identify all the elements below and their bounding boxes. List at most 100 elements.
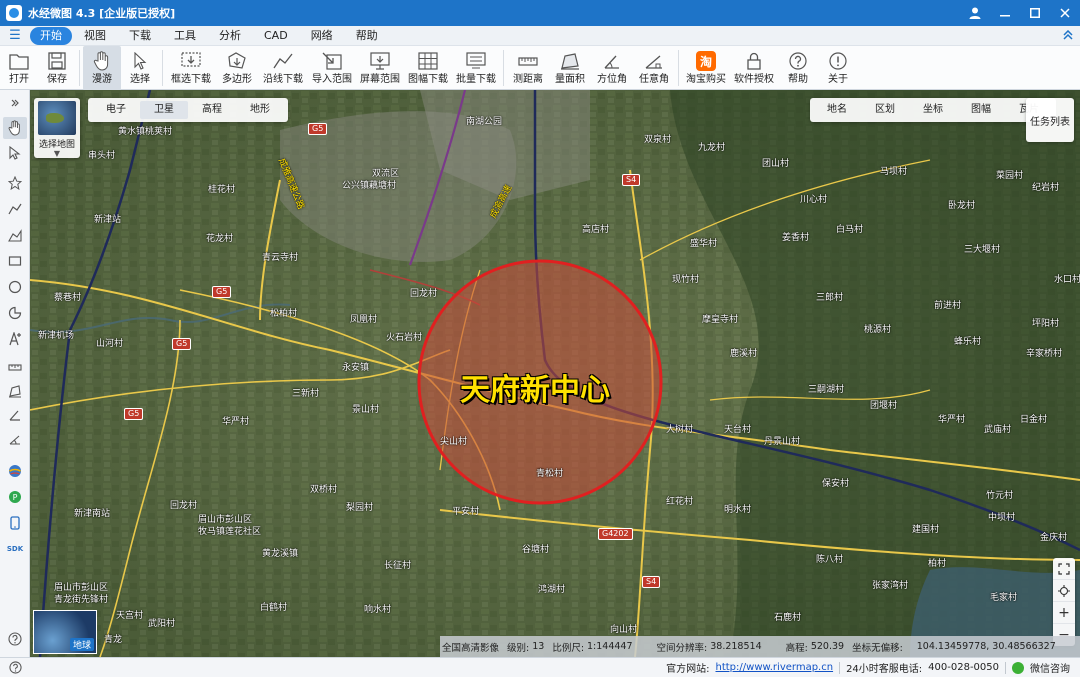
user-icon[interactable] (960, 0, 990, 26)
select-button[interactable]: 选择 (121, 46, 159, 90)
measure-distance-button[interactable]: 测距离 (507, 46, 549, 90)
place-label: 川心村 (800, 195, 828, 205)
menu-network[interactable]: 网络 (300, 27, 344, 45)
phone-icon[interactable] (3, 512, 27, 534)
locate-icon[interactable] (1053, 580, 1075, 602)
green-logo-icon[interactable]: P (3, 486, 27, 508)
map-type-terrain[interactable]: 地形 (236, 101, 284, 119)
place-label: 大树村 (666, 425, 694, 435)
help-button[interactable]: 帮助 (778, 46, 818, 90)
bearing-button[interactable]: 方位角 (591, 46, 633, 90)
expand-sidebar-icon[interactable] (3, 94, 27, 112)
left-sidebar: P SDK (0, 90, 30, 657)
angle-tool-icon[interactable] (3, 428, 27, 450)
menu-view[interactable]: 视图 (73, 27, 117, 45)
text-tool-icon[interactable] (3, 328, 27, 350)
map-view[interactable]: 黄水镇桃荚村 串头村 桂花村 新津站 花龙村 青云寺村 蔡巷村 新津机场 山河村… (30, 90, 1080, 657)
wechat-consult-link[interactable]: 微信咨询 (1030, 660, 1070, 675)
area-draw-icon[interactable] (3, 224, 27, 246)
zoom-in-button[interactable]: + (1053, 602, 1075, 624)
toolbar-label: 测距离 (513, 74, 543, 85)
map-type-vector[interactable]: 电子 (92, 101, 140, 119)
save-button[interactable]: 保存 (38, 46, 76, 90)
place-label: 白马村 (836, 225, 864, 235)
map-type-elevation[interactable]: 高程 (188, 101, 236, 119)
sdk-icon[interactable]: SDK (3, 538, 27, 560)
polyline-draw-icon[interactable] (3, 198, 27, 220)
toolbar-label: 导入范围 (312, 74, 352, 85)
select-tool-icon[interactable] (3, 142, 27, 164)
hamburger-menu-icon[interactable]: ☰ (0, 28, 30, 43)
menu-cad[interactable]: CAD (253, 27, 299, 45)
menu-tools[interactable]: 工具 (163, 27, 207, 45)
pan-tool-icon[interactable] (3, 117, 27, 139)
rectangle-draw-icon[interactable] (3, 250, 27, 272)
task-list-button[interactable]: 任务列表 (1026, 98, 1074, 142)
place-label: 张家湾村 (872, 581, 909, 591)
circle-draw-icon[interactable] (3, 276, 27, 298)
road-shield: G4202 (598, 528, 633, 540)
place-label: 团堰村 (870, 401, 898, 411)
google-earth-icon[interactable] (3, 460, 27, 482)
fullscreen-icon[interactable] (1053, 558, 1075, 580)
phone-label: 24小时客服电话: (846, 664, 923, 675)
place-label: 串头村 (88, 151, 116, 161)
overlay-placenames[interactable]: 地名 (813, 101, 861, 119)
globe-minimap[interactable]: 地球 (33, 610, 97, 654)
overlay-divisions[interactable]: 区划 (861, 101, 909, 119)
place-label: 纪岩村 (1032, 183, 1060, 193)
minimize-button[interactable] (990, 0, 1020, 26)
about-button[interactable]: 关于 (818, 46, 858, 90)
screen-range-button[interactable]: 屏幕范围 (356, 46, 404, 90)
ruler-tool-icon[interactable] (3, 356, 27, 378)
sheet-download-button[interactable]: 图幅下载 (404, 46, 452, 90)
sector-draw-icon[interactable] (3, 302, 27, 324)
menu-help[interactable]: 帮助 (345, 27, 389, 45)
svg-text:P: P (13, 493, 18, 502)
layer-switcher[interactable]: 选择地图 ▼ (34, 98, 80, 158)
star-marker-icon[interactable] (3, 172, 27, 194)
elevation-value: 520.39 (810, 641, 845, 652)
close-button[interactable] (1050, 0, 1080, 26)
website-link[interactable]: http://www.rivermap.cn (716, 662, 834, 673)
import-range-button[interactable]: 导入范围 (308, 46, 356, 90)
level-label: 级别: (507, 642, 530, 654)
license-button[interactable]: 软件授权 (730, 46, 778, 90)
menu-start[interactable]: 开始 (30, 26, 72, 45)
place-label: 高店村 (582, 225, 610, 235)
road-shield: S4 (642, 576, 661, 588)
toolbar-separator (79, 50, 80, 86)
place-label: 武庙村 (984, 425, 1012, 435)
status-help-icon[interactable] (0, 661, 30, 674)
overlay-coordinates[interactable]: 坐标 (909, 101, 957, 119)
menu-download[interactable]: 下载 (118, 27, 162, 45)
ruler-icon (517, 50, 539, 72)
polygon-button[interactable]: 多边形 (216, 46, 258, 90)
batch-download-button[interactable]: 批量下载 (452, 46, 500, 90)
measure-area-button[interactable]: 量面积 (549, 46, 591, 90)
menu-analysis[interactable]: 分析 (208, 27, 252, 45)
any-angle-button[interactable]: 任意角 (633, 46, 675, 90)
taobao-buy-button[interactable]: 淘 淘宝购买 (682, 46, 730, 90)
polyline-download-button[interactable]: 沿线下载 (258, 46, 308, 90)
place-label: 黄龙溪镇 (262, 549, 299, 559)
toolbar-label: 帮助 (788, 74, 808, 85)
area-measure-icon[interactable] (3, 380, 27, 402)
toolbar-label: 方位角 (597, 74, 627, 85)
map-overlay-tools: 地名 区划 坐标 图幅 瓦片 (810, 98, 1056, 122)
help-circle-icon[interactable] (3, 628, 27, 650)
place-label: 青松村 (536, 469, 564, 479)
toolbar-label: 软件授权 (734, 74, 774, 85)
collapse-ribbon-icon[interactable] (1056, 29, 1080, 43)
overlay-sheets[interactable]: 图幅 (957, 101, 1005, 119)
pan-button[interactable]: 漫游 (83, 46, 121, 90)
coord-label: 坐标无偏移: (852, 642, 903, 654)
box-download-button[interactable]: 框选下载 (166, 46, 216, 90)
maximize-button[interactable] (1020, 0, 1050, 26)
map-type-satellite[interactable]: 卫星 (140, 101, 188, 119)
bearing-tool-icon[interactable] (3, 404, 27, 426)
toolbar-label: 打开 (9, 74, 29, 85)
place-label: 马坝村 (880, 167, 908, 177)
open-button[interactable]: 打开 (0, 46, 38, 90)
place-label: 鹿溪村 (730, 349, 758, 359)
